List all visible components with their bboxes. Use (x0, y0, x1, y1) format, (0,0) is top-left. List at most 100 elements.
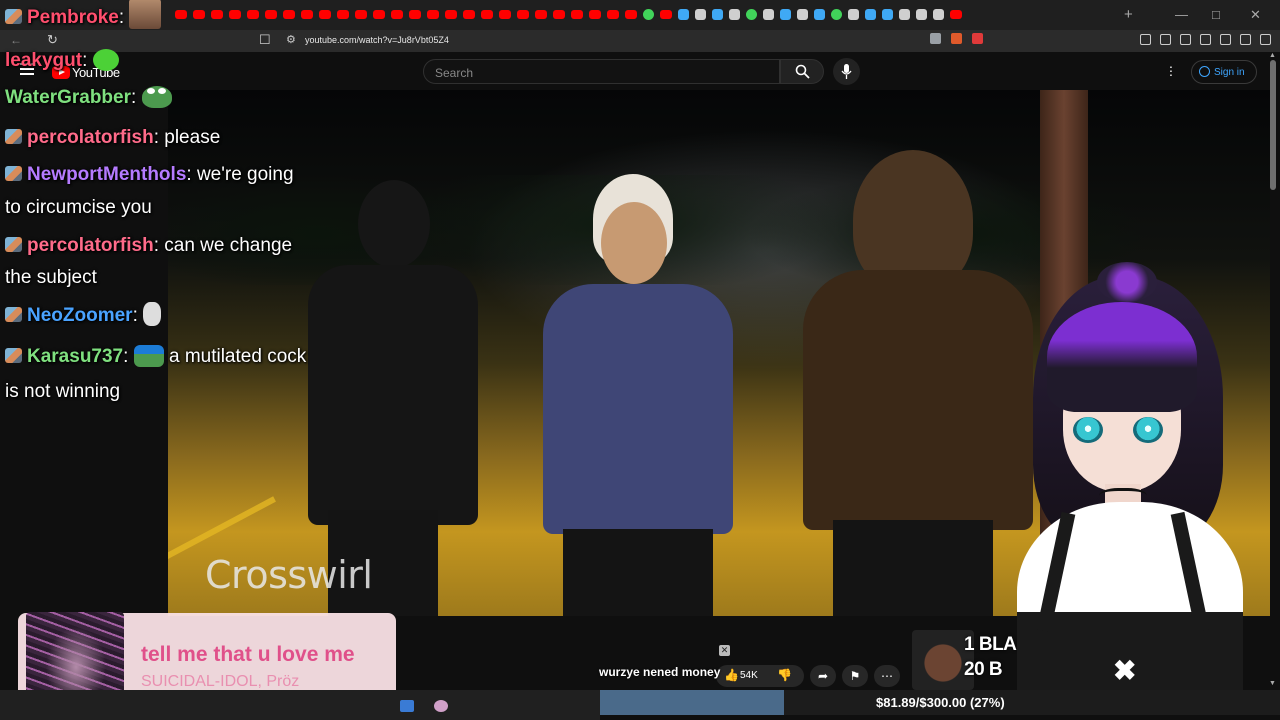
chat-emote-smile-icon (92, 49, 119, 71)
youtube-tab-icon[interactable] (463, 10, 475, 19)
youtube-tab-icon[interactable] (445, 10, 457, 19)
page-tab-icon[interactable] (763, 9, 774, 20)
search-button[interactable] (780, 59, 824, 84)
youtube-tab-icon[interactable] (301, 10, 313, 19)
maximize-button[interactable]: □ (1212, 7, 1220, 22)
brave-shield-icon[interactable] (951, 33, 962, 44)
bookmark-icon[interactable]: ☐ (259, 32, 271, 48)
chat-username: NewportMenthols (27, 164, 187, 185)
page-tab-icon[interactable] (848, 9, 859, 20)
site-info-icon[interactable]: ⚙ (286, 33, 296, 46)
youtube-tab-icon[interactable] (229, 10, 241, 19)
stream-overlay-caption: wurzye nened money (599, 665, 721, 679)
chat-text-continuation: to circumcise you (5, 197, 152, 218)
chat-badge-icon (5, 166, 22, 181)
youtube-tab-icon[interactable] (607, 10, 619, 19)
page-tab-icon[interactable] (899, 9, 910, 20)
page-tab-icon[interactable] (695, 9, 706, 20)
youtube-tab-icon[interactable] (355, 10, 367, 19)
music-icon[interactable] (1160, 34, 1171, 45)
address-bar: ← ↻ ☐ ⚙ youtube.com/watch?v=Ju8rVbt05Z4 (0, 30, 1280, 52)
youtube-tab-icon[interactable] (265, 10, 277, 19)
share-button[interactable]: ➦ (810, 665, 836, 687)
blue-tab-icon[interactable] (865, 9, 876, 20)
extension-icon[interactable] (930, 33, 941, 44)
scroll-up-arrow-icon[interactable]: ▲ (1269, 52, 1276, 59)
toolbar-icons (1140, 34, 1271, 45)
new-tab-button[interactable]: + (1124, 6, 1133, 23)
hooded-person-right (783, 150, 1033, 616)
blue-tab-icon[interactable] (882, 9, 893, 20)
taskbar-app-icon[interactable] (400, 700, 414, 712)
youtube-tab-icon[interactable] (950, 10, 962, 19)
youtube-tab-icon[interactable] (571, 10, 583, 19)
vpn-icon[interactable] (1220, 34, 1231, 45)
youtube-tab-icon[interactable] (211, 10, 223, 19)
save-button[interactable]: ⚑ (842, 665, 868, 687)
chat-colon: : (82, 50, 93, 71)
chat-username: WaterGrabber (5, 87, 131, 108)
youtube-tab-icon[interactable] (391, 10, 403, 19)
search-input[interactable]: Search (423, 59, 780, 84)
youtube-tab-icon[interactable] (373, 10, 385, 19)
youtube-tab-icon[interactable] (499, 10, 511, 19)
youtube-tab-icon[interactable] (283, 10, 295, 19)
youtube-tab-icon[interactable] (427, 10, 439, 19)
page-tab-icon[interactable] (729, 9, 740, 20)
sidebar-icon[interactable] (1180, 34, 1191, 45)
chat-colon: : (131, 87, 142, 108)
taskbar (0, 690, 600, 720)
triangle-extension-icon[interactable] (972, 33, 983, 44)
youtube-tab-icon[interactable] (517, 10, 529, 19)
voice-search-button[interactable] (833, 58, 860, 85)
save-icon: ⚑ (849, 669, 861, 683)
stream-watermark: Crosswirl (205, 553, 373, 597)
youtube-tab-icon[interactable] (409, 10, 421, 19)
close-icon[interactable]: ✕ (719, 645, 730, 656)
chat-text-continuation: is not winning (5, 381, 121, 402)
shield-icon[interactable] (1240, 34, 1251, 45)
close-window-button[interactable]: ✕ (1250, 7, 1261, 23)
chat-message: NeoZoomer: (5, 299, 162, 332)
browser-menu-icon[interactable] (1260, 34, 1271, 45)
blue-tab-icon[interactable] (780, 9, 791, 20)
page-scrollbar[interactable] (1270, 60, 1276, 190)
chat-badge-icon (5, 129, 22, 144)
youtube-tab-icon[interactable] (535, 10, 547, 19)
youtube-tab-icon[interactable] (337, 10, 349, 19)
more-actions-button[interactable]: ⋯ (874, 665, 900, 687)
donation-goal-bar: $81.89/$300.00 (27%) (600, 690, 1280, 715)
blue-tab-icon[interactable] (712, 9, 723, 20)
extension-icons (930, 33, 983, 44)
youtube-tab-icon[interactable] (319, 10, 331, 19)
green-tab-icon[interactable] (746, 9, 757, 20)
share-icon: ➦ (817, 669, 829, 683)
youtube-tab-icon[interactable] (193, 10, 205, 19)
page-tab-icon[interactable] (797, 9, 808, 20)
minimize-button[interactable]: — (1175, 7, 1188, 22)
dislike-icon[interactable]: 👎 (777, 668, 792, 682)
url-field[interactable]: youtube.com/watch?v=Ju8rVbt05Z4 (305, 35, 449, 45)
page-tab-icon[interactable] (916, 9, 927, 20)
youtube-tab-icon[interactable] (175, 10, 187, 19)
puzzle-icon[interactable] (1140, 34, 1151, 45)
page-tab-icon[interactable] (933, 9, 944, 20)
blue-tab-icon[interactable] (814, 9, 825, 20)
youtube-tab-icon[interactable] (553, 10, 565, 19)
kebab-icon[interactable]: · · · (1168, 59, 1174, 81)
youtube-tab-icon[interactable] (481, 10, 493, 19)
youtube-tab-icon[interactable] (625, 10, 637, 19)
green-tab-icon[interactable] (643, 9, 654, 20)
youtube-tab-icon[interactable] (660, 10, 672, 19)
wallet-icon[interactable] (1200, 34, 1211, 45)
blue-tab-icon[interactable] (678, 9, 689, 20)
green-tab-icon[interactable] (831, 9, 842, 20)
chat-colon: : (153, 235, 165, 256)
sign-in-button[interactable]: Sign in (1191, 60, 1257, 84)
tab-favicons[interactable] (175, 7, 962, 23)
taskbar-app-icon[interactable] (434, 700, 448, 712)
youtube-tab-icon[interactable] (247, 10, 259, 19)
scroll-down-arrow-icon[interactable]: ▼ (1269, 680, 1276, 687)
youtube-tab-icon[interactable] (589, 10, 601, 19)
like-icon[interactable]: 👍 (724, 668, 739, 682)
